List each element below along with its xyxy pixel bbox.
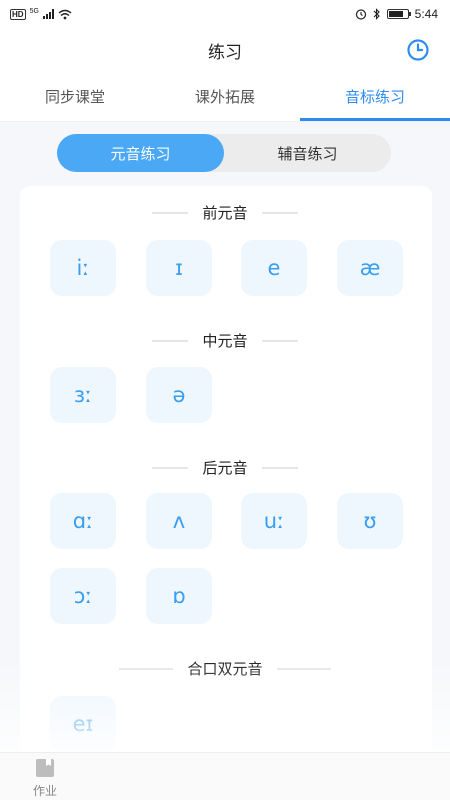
section-label: 中元音 [202, 332, 248, 350]
tab-bar: 同步课堂 课外拓展 音标练习 [0, 72, 450, 122]
bluetooth-icon [373, 8, 380, 20]
divider-line [152, 339, 189, 342]
battery-icon [386, 9, 411, 19]
status-time: 5:44 [414, 7, 438, 21]
divider-line [276, 667, 331, 670]
phoneme-button[interactable]: ʌ [146, 493, 212, 549]
phoneme-button[interactable]: ɒ [146, 568, 212, 624]
phoneme-button[interactable]: ə [146, 367, 212, 423]
vowel-practice-button[interactable]: 元音练习 [57, 134, 224, 172]
phoneme-button[interactable]: æ [337, 240, 403, 296]
tab-label: 音标练习 [344, 88, 405, 106]
divider-line [261, 339, 298, 342]
divider-line [152, 466, 189, 469]
phoneme-button[interactable]: e [241, 240, 307, 296]
tab-sync-class[interactable]: 同步课堂 [0, 72, 150, 121]
status-right: 5:44 [355, 7, 438, 21]
phoneme-button[interactable]: ɪ [146, 240, 212, 296]
tab-phonetics[interactable]: 音标练习 [300, 72, 450, 121]
phoneme-button[interactable]: ɑː [50, 493, 116, 549]
nav-homework-label: 作业 [32, 784, 57, 798]
status-bar: HD 5G 5:44 [0, 0, 450, 28]
header: 练习 [0, 28, 450, 72]
signal-icon [42, 9, 54, 19]
network-type: 5G [29, 7, 39, 15]
divider-line [261, 466, 298, 469]
tab-label: 同步课堂 [44, 88, 105, 106]
alarm-icon [355, 9, 366, 20]
phoneme-button[interactable]: ʊ [337, 493, 403, 549]
history-clock-icon[interactable] [406, 38, 430, 62]
phoneme-button[interactable]: ɜː [50, 367, 116, 423]
tab-label: 课外拓展 [194, 88, 255, 106]
phoneme-button[interactable]: iː [50, 240, 116, 296]
nav-homework[interactable]: 作业 [22, 757, 68, 799]
homework-book-icon [36, 759, 54, 777]
phoneme-button[interactable]: ɔː [50, 568, 116, 624]
section-title-back-vowels: 后元音 [0, 457, 450, 478]
vowel-consonant-switch: 元音练习 辅音练习 [57, 134, 391, 172]
section-label: 后元音 [202, 459, 248, 477]
section-title-closing-diphthongs: 合口双元音 [0, 658, 450, 679]
tab-extended[interactable]: 课外拓展 [150, 72, 300, 121]
divider-line [119, 667, 174, 670]
wifi-icon [58, 9, 72, 19]
hd-badge: HD [10, 8, 26, 20]
section-label: 前元音 [202, 204, 248, 222]
section-title-central-vowels: 中元音 [0, 330, 450, 351]
divider-line [261, 211, 298, 214]
status-left: HD 5G [10, 8, 72, 21]
consonant-practice-button[interactable]: 辅音练习 [224, 134, 391, 172]
divider-line [152, 211, 189, 214]
phoneme-button[interactable]: eɪ [50, 696, 116, 752]
bottom-navigation: 作业 [0, 752, 450, 800]
page-title: 练习 [208, 42, 242, 63]
phoneme-button[interactable]: uː [241, 493, 307, 549]
section-title-front-vowels: 前元音 [0, 202, 450, 223]
section-label: 合口双元音 [187, 660, 263, 678]
